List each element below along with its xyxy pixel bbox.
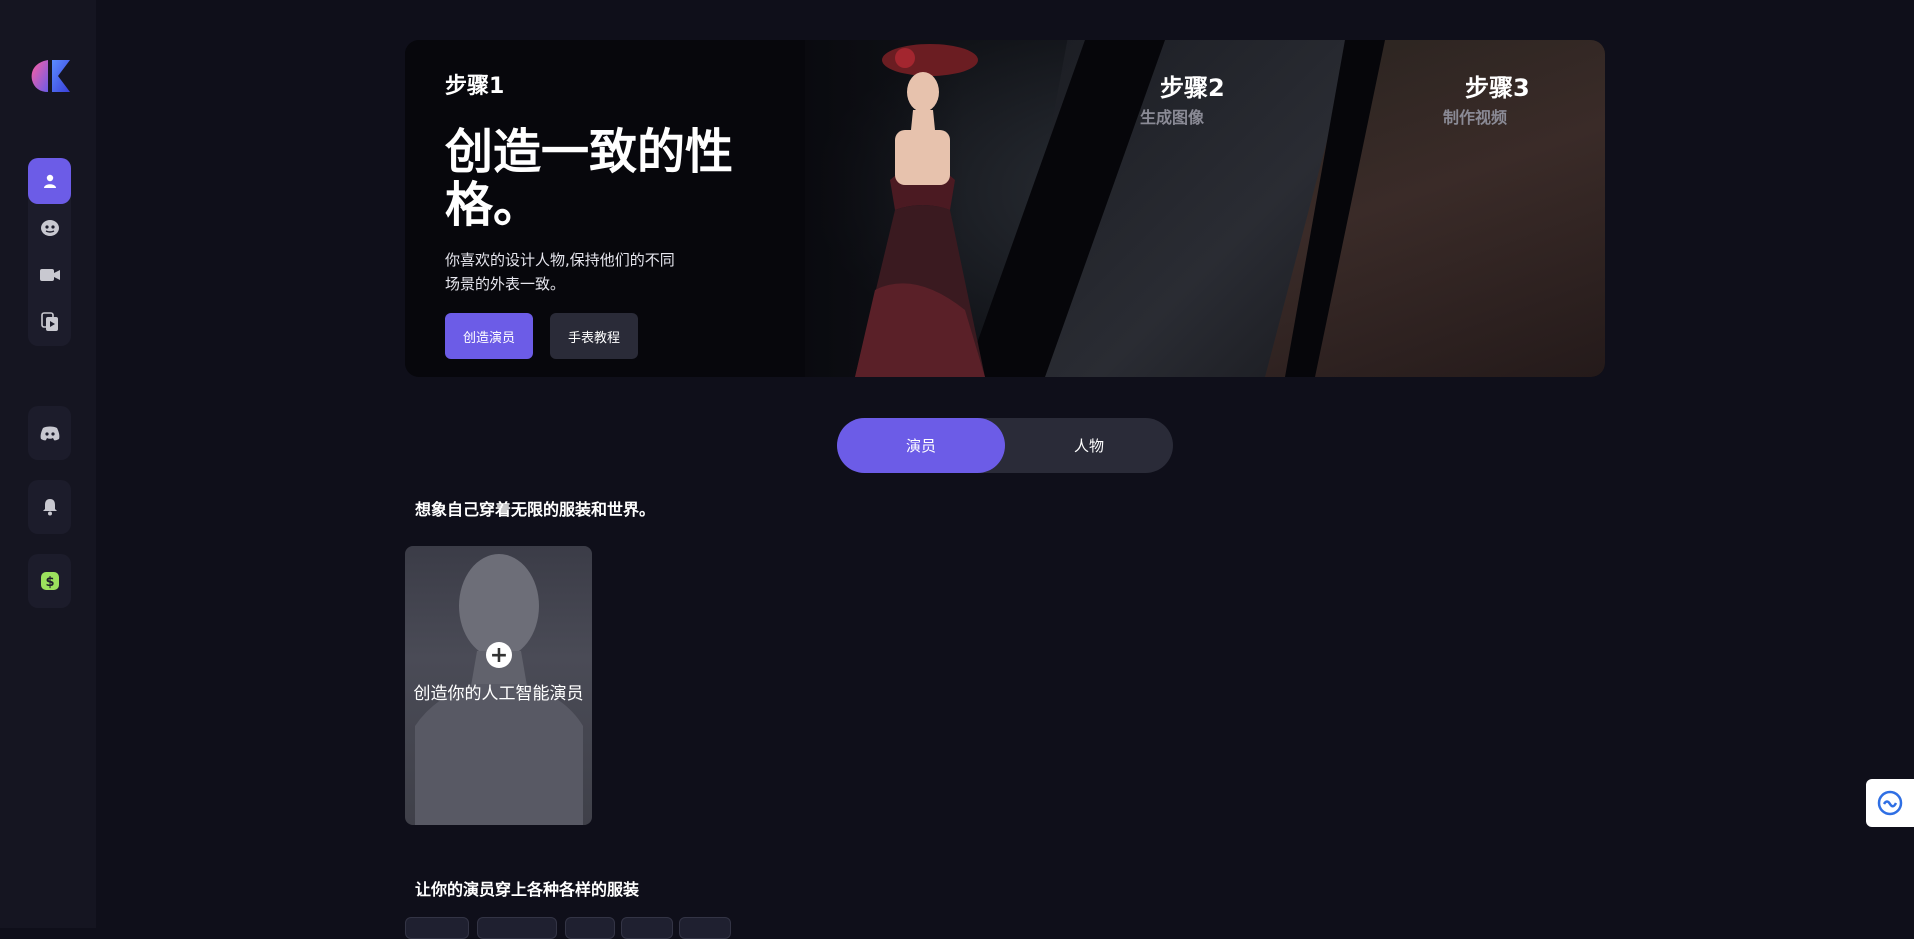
tab-character[interactable]: 人物 [1005,418,1173,473]
nav-face-button[interactable] [28,205,71,251]
nav-group [28,158,71,346]
create-ai-actor-card[interactable]: + 创造你的人工智能演员 [405,546,592,825]
bell-icon [42,499,57,516]
nav-actors-button[interactable] [28,158,71,204]
user-icon [43,174,56,188]
character-image [855,44,985,377]
hero-banner: 步骤1 创造一致的性格。 你喜欢的设计人物,保持他们的不同场景的外表一致。 创造… [405,40,1605,377]
discord-button[interactable] [28,406,71,460]
pricing-button[interactable]: $ [28,554,71,608]
hero-description: 你喜欢的设计人物,保持他们的不同场景的外表一致。 [445,251,675,293]
step3-label: 步骤3 [1465,74,1530,102]
hero-title: 创造一致的性格。 [445,124,734,233]
section-title-imagine: 想象自己穿着无限的服装和世界。 [415,500,656,519]
nav-video-library-button[interactable] [28,299,71,345]
support-widget-button[interactable] [1866,779,1914,827]
discord-icon [40,426,59,440]
face-icon [40,220,59,236]
sidebar: $ [0,0,96,928]
watch-tutorial-button[interactable]: 手表教程 [550,313,638,359]
outfit-filter-chip[interactable] [565,917,615,939]
outfit-filter-chip[interactable] [621,917,673,939]
create-ai-actor-label: 创造你的人工智能演员 [413,684,584,704]
actor-character-toggle: 演员 人物 [837,418,1173,473]
plus-icon: + [486,642,512,668]
support-icon [1877,790,1903,816]
step2-subtitle: 生成图像 [1140,108,1205,127]
dollar-icon: $ [40,572,59,590]
step3-subtitle: 制作视频 [1443,108,1508,127]
tab-actor[interactable]: 演员 [837,418,1005,473]
app-logo[interactable] [30,58,72,94]
outfit-filter-chip[interactable] [405,917,469,939]
video-icon [39,269,60,281]
svg-text:$: $ [45,575,54,590]
section-title-outfits: 让你的演员穿上各种各样的服装 [415,880,640,899]
outfit-filter-chip[interactable] [679,917,731,939]
outfit-filter-chip[interactable] [477,917,557,939]
step2-label: 步骤2 [1160,74,1225,102]
nav-video-button[interactable] [28,252,71,298]
create-actor-button[interactable]: 创造演员 [445,313,533,359]
video-library-icon [40,312,58,331]
notifications-button[interactable] [28,480,71,534]
step1-label: 步骤1 [445,74,505,99]
